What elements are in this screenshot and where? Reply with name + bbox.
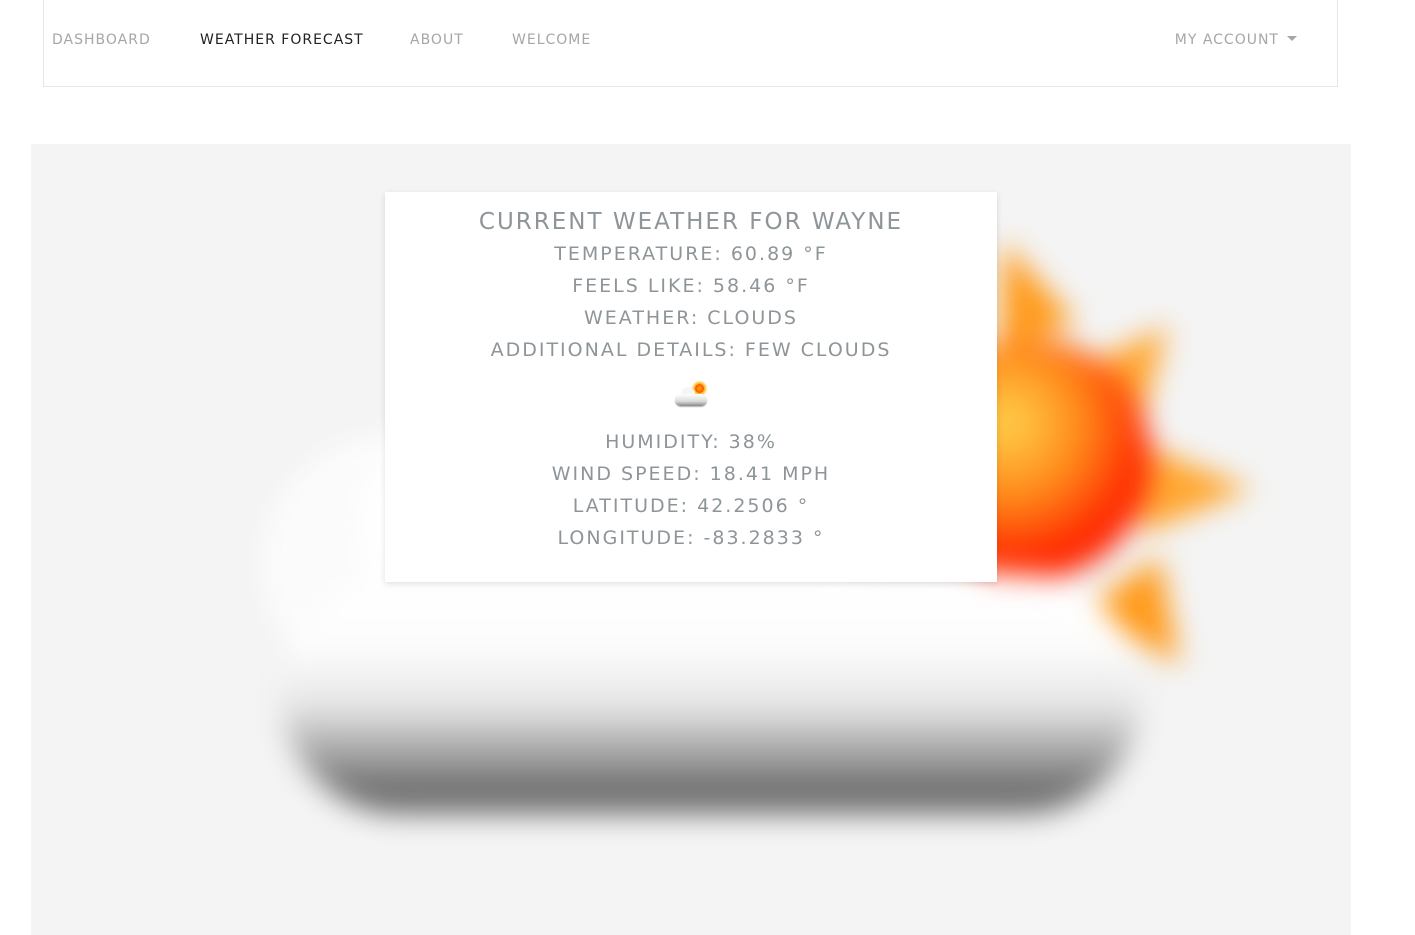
longitude-text: LONGITUDE: -83.2833 ° [557, 527, 825, 549]
sun-icon [695, 384, 704, 393]
latitude-text: LATITUDE: 42.2506 ° [572, 495, 810, 517]
nav-dashboard[interactable]: DASHBOARD [52, 32, 151, 48]
sun-ray [1141, 444, 1251, 534]
my-account-label: MY ACCOUNT [1174, 32, 1279, 48]
wind-speed-text: WIND SPEED: 18.41 MPH [551, 463, 831, 485]
cloud-icon [675, 394, 707, 406]
caret-down-icon [1287, 35, 1297, 41]
cloud-icon [281, 574, 1141, 814]
nav-welcome[interactable]: WELCOME [512, 32, 591, 48]
top-navbar: DASHBOARD WEATHER FORECAST ABOUT WELCOME… [43, 0, 1338, 87]
few-clouds-icon [671, 380, 711, 410]
weather-title: CURRENT WEATHER FOR WAYNE [478, 209, 904, 235]
additional-details-text: ADDITIONAL DETAILS: FEW CLOUDS [490, 339, 892, 361]
weather-condition-text: WEATHER: CLOUDS [584, 307, 798, 329]
nav-about[interactable]: ABOUT [410, 32, 464, 48]
humidity-text: HUMIDITY: 38% [605, 431, 777, 453]
feels-like-text: FEELS LIKE: 58.46 °F [572, 275, 810, 297]
weather-panel: CURRENT WEATHER FOR WAYNE TEMPERATURE: 6… [31, 144, 1351, 935]
nav-weather-forecast[interactable]: WEATHER FORECAST [200, 32, 364, 48]
my-account-dropdown[interactable]: MY ACCOUNT [1175, 32, 1297, 48]
weather-card: CURRENT WEATHER FOR WAYNE TEMPERATURE: 6… [385, 192, 997, 582]
temperature-text: TEMPERATURE: 60.89 °F [554, 243, 828, 265]
